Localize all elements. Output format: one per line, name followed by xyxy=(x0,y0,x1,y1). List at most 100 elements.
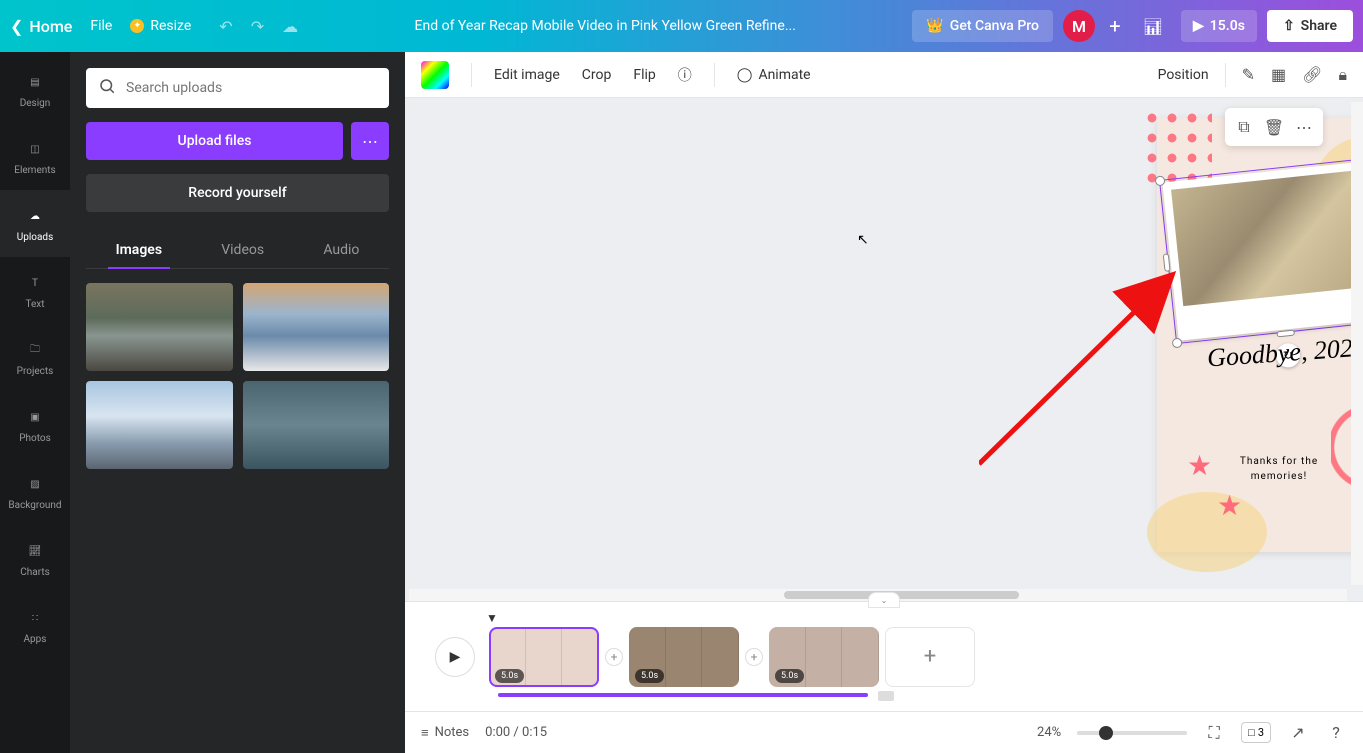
duplicate-button[interactable]: ⧉ xyxy=(1229,112,1259,142)
history-icons: ↶ ↷ ☁ xyxy=(219,17,298,36)
upload-thumbnail[interactable] xyxy=(243,283,390,371)
chevron-left-icon: ❮ xyxy=(10,17,23,36)
tab-audio[interactable]: Audio xyxy=(315,232,367,268)
upload-files-button[interactable]: Upload files xyxy=(86,122,343,160)
top-bar: ❮ Home File ✦ Resize ↶ ↷ ☁ End of Year R… xyxy=(0,0,1363,52)
nav-design[interactable]: ▤ Design xyxy=(0,56,70,123)
page-indicator-button[interactable]: □ 3 xyxy=(1241,722,1271,743)
nav-projects[interactable]: 🗀 Projects xyxy=(0,324,70,391)
lock-button[interactable]: 🔒︎ xyxy=(1338,65,1347,85)
uploads-grid xyxy=(86,283,389,469)
copy-style-button[interactable]: ✎ xyxy=(1242,65,1255,84)
templates-icon: ▤ xyxy=(23,70,47,94)
page-heading[interactable]: Goodbye, 2022 xyxy=(1206,332,1363,373)
vertical-scrollbar[interactable] xyxy=(1351,102,1363,585)
get-pro-button[interactable]: 👑 Get Canva Pro xyxy=(912,10,1053,42)
present-button[interactable]: ▶ 15.0s xyxy=(1181,10,1257,42)
upload-more-button[interactable]: ⋯ xyxy=(351,122,389,160)
get-pro-label: Get Canva Pro xyxy=(950,18,1039,34)
fit-view-button[interactable]: ⛶ xyxy=(1203,722,1225,744)
fullscreen-button[interactable]: ↗ xyxy=(1287,722,1309,744)
selected-element[interactable]: ↻ xyxy=(1159,157,1363,344)
document-title[interactable]: End of Year Recap Mobile Video in Pink Y… xyxy=(306,18,904,34)
polaroid-frame[interactable] xyxy=(1162,160,1363,340)
duration-label: 15.0s xyxy=(1210,18,1245,34)
more-button[interactable]: ⋯ xyxy=(1289,112,1319,142)
help-button[interactable]: ? xyxy=(1325,722,1347,744)
background-icon: ▨ xyxy=(23,472,47,496)
color-picker-button[interactable] xyxy=(421,61,449,89)
nav-text[interactable]: T Text xyxy=(0,257,70,324)
info-button[interactable]: ⓘ xyxy=(678,65,692,85)
nav-apps[interactable]: ∷ Apps xyxy=(0,592,70,659)
nav-elements[interactable]: ◫ Elements xyxy=(0,123,70,190)
floating-toolbar: ⧉ 🗑︎ ⋯ xyxy=(1225,108,1323,146)
add-page-button[interactable]: + xyxy=(885,627,975,687)
timeline-clip[interactable]: 5.0s xyxy=(629,627,739,687)
separator xyxy=(714,63,715,87)
dots-icon: ⋯ xyxy=(362,132,378,151)
tab-images[interactable]: Images xyxy=(108,232,170,268)
cloud-sync-icon[interactable]: ☁ xyxy=(282,17,298,36)
zoom-slider[interactable] xyxy=(1077,731,1187,735)
tab-videos[interactable]: Videos xyxy=(213,232,272,268)
avatar[interactable]: M xyxy=(1063,10,1095,42)
zoom-slider-thumb[interactable] xyxy=(1099,726,1113,740)
expand-icon: ↗ xyxy=(1291,723,1304,742)
edit-image-button[interactable]: Edit image xyxy=(494,67,560,83)
link-button[interactable]: 🔗︎ xyxy=(1302,65,1322,84)
playhead-marker[interactable]: ▼ xyxy=(486,611,498,625)
nav-label: Design xyxy=(20,98,51,109)
bottombar-right: 24% ⛶ □ 3 ↗ ? xyxy=(1037,722,1347,744)
resize-handle[interactable] xyxy=(1276,330,1295,338)
upload-thumbnail[interactable] xyxy=(243,381,390,469)
audio-track-chip[interactable] xyxy=(878,691,894,701)
canvas-area[interactable]: ★ ★ ↻ Goodbye, 2022 xyxy=(405,98,1363,601)
upload-thumbnail[interactable] xyxy=(86,283,233,371)
nav-photos[interactable]: ▣ Photos xyxy=(0,391,70,458)
help-icon: ? xyxy=(1332,723,1340,742)
position-button[interactable]: Position xyxy=(1158,67,1209,83)
notes-button[interactable]: ≡ Notes xyxy=(421,725,469,741)
scrollbar-thumb[interactable] xyxy=(784,591,1019,599)
clip-duration: 5.0s xyxy=(495,669,524,683)
polaroid-image[interactable] xyxy=(1171,169,1363,306)
redo-icon[interactable]: ↷ xyxy=(251,17,264,36)
crop-button[interactable]: Crop xyxy=(582,67,612,83)
main-area: ▤ Design ◫ Elements ☁ Uploads T Text 🗀 P… xyxy=(0,52,1363,753)
play-icon: ▶ xyxy=(1193,18,1204,34)
timeline-clip[interactable]: 5.0s xyxy=(489,627,599,687)
resize-button[interactable]: ✦ Resize xyxy=(130,18,191,34)
collapse-timeline-button[interactable]: ⌄ xyxy=(868,592,900,608)
timeline-clip[interactable]: 5.0s xyxy=(769,627,879,687)
nav-charts[interactable]: 📈︎ Charts xyxy=(0,525,70,592)
file-menu[interactable]: File xyxy=(90,18,112,34)
home-button[interactable]: ❮ Home xyxy=(10,17,72,36)
page-subtitle[interactable]: Thanks for the memories! xyxy=(1157,454,1363,484)
canvas-page[interactable]: ★ ★ ↻ Goodbye, 2022 xyxy=(1157,118,1363,552)
clip-duration: 5.0s xyxy=(635,669,664,683)
search-input[interactable] xyxy=(126,80,377,96)
insights-button[interactable]: 📊︎ xyxy=(1135,8,1171,44)
duplicate-icon: ⧉ xyxy=(1238,117,1249,137)
timeline-track[interactable] xyxy=(498,693,868,697)
crown-icon: ✦ xyxy=(130,19,144,33)
resize-handle[interactable] xyxy=(1172,337,1183,348)
nav-uploads[interactable]: ☁ Uploads xyxy=(0,190,70,257)
share-button[interactable]: ⇧ Share xyxy=(1267,10,1353,42)
editbar-right: Position ✎ ▦ 🔗︎ 🔒︎ xyxy=(1158,63,1347,87)
nav-background[interactable]: ▨ Background xyxy=(0,458,70,525)
animate-button[interactable]: ◯ Animate xyxy=(737,67,811,83)
paint-roller-icon: ✎ xyxy=(1242,65,1255,84)
record-yourself-button[interactable]: Record yourself xyxy=(86,174,389,212)
add-between-button[interactable]: + xyxy=(745,648,763,666)
add-between-button[interactable]: + xyxy=(605,648,623,666)
play-button[interactable]: ▶ xyxy=(435,637,475,677)
delete-button[interactable]: 🗑︎ xyxy=(1259,112,1289,142)
undo-icon[interactable]: ↶ xyxy=(219,17,232,36)
upload-thumbnail[interactable] xyxy=(86,381,233,469)
add-member-button[interactable]: + xyxy=(1105,16,1125,36)
transparency-button[interactable]: ▦ xyxy=(1271,65,1286,84)
search-box[interactable] xyxy=(86,68,389,108)
flip-button[interactable]: Flip xyxy=(633,67,655,83)
